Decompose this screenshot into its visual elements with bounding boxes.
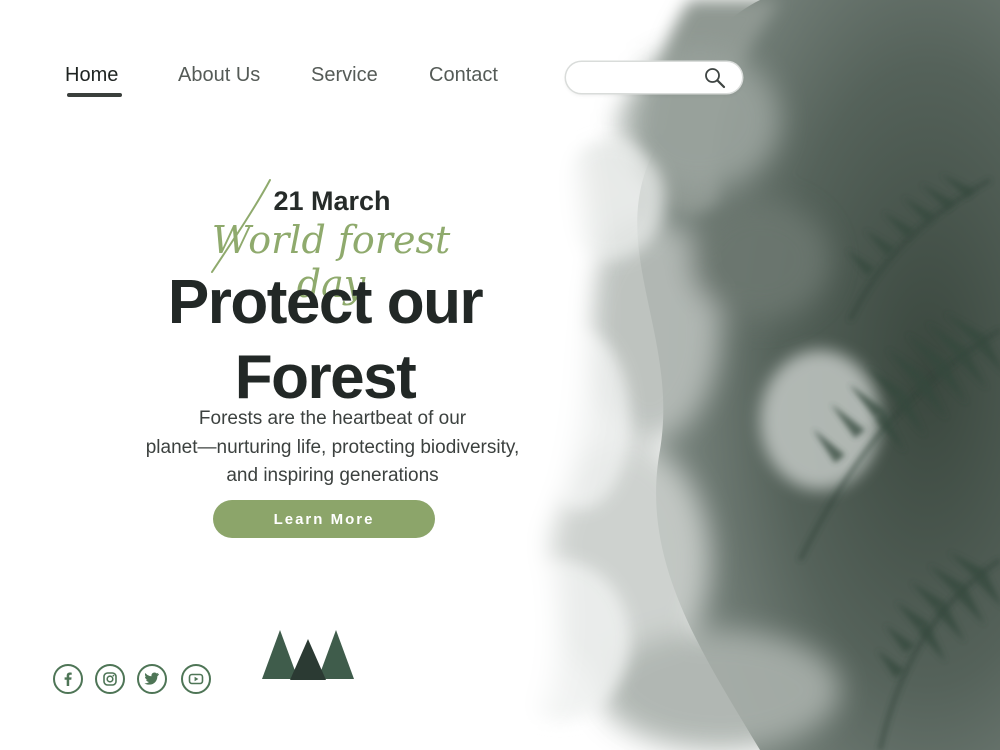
description-line: and inspiring generations <box>226 465 439 486</box>
headline-line-2: Forest <box>234 343 417 412</box>
nav-contact[interactable]: Contact <box>429 64 498 87</box>
headline-line-1: Protect our <box>167 268 484 337</box>
search-icon[interactable] <box>704 67 726 89</box>
hero-description: Forests are the heartbeat of our planet—… <box>100 405 565 491</box>
search-bar <box>566 62 742 93</box>
nav-active-underline <box>67 93 122 97</box>
search-input[interactable] <box>578 67 702 89</box>
nav-about-us[interactable]: About Us <box>178 64 260 87</box>
nav-service[interactable]: Service <box>311 64 378 87</box>
twitter-icon[interactable] <box>137 664 167 694</box>
youtube-icon[interactable] <box>181 664 211 694</box>
event-date: 21 March <box>273 186 391 216</box>
instagram-icon[interactable] <box>95 664 125 694</box>
nav-home[interactable]: Home <box>65 64 118 87</box>
pine-trees-icon <box>262 630 354 680</box>
learn-more-button[interactable]: Learn More <box>213 500 435 538</box>
description-line: Forests are the heartbeat of our <box>198 408 467 429</box>
facebook-icon[interactable] <box>53 664 83 694</box>
description-line: planet—nurturing life, protecting biodiv… <box>145 436 520 458</box>
